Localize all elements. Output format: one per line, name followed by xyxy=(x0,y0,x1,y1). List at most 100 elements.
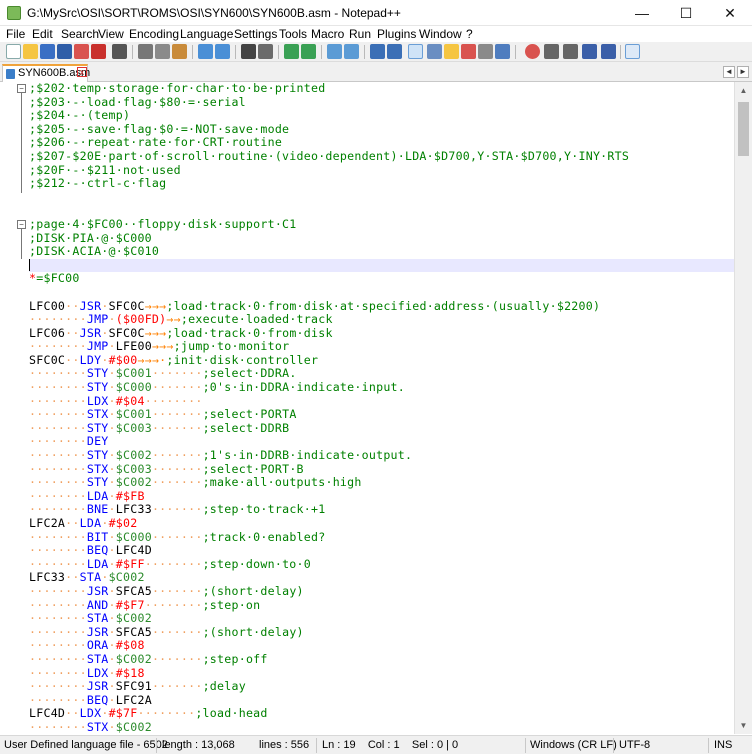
tab-close-icon[interactable]: x xyxy=(77,67,87,77)
code-line[interactable]: ;$20F·-·$211·not·used xyxy=(29,163,734,178)
menu-edit[interactable]: Edit xyxy=(32,27,53,41)
code-line[interactable]: ········DEY xyxy=(29,435,734,449)
menu-tools[interactable]: Tools xyxy=(279,27,307,41)
menu-search[interactable]: Search xyxy=(61,27,99,41)
scroll-down-icon[interactable]: ▼ xyxy=(735,717,752,734)
fold-toggle-icon[interactable]: − xyxy=(17,84,26,93)
zoom-in-icon[interactable] xyxy=(284,44,299,59)
show-all-characters-icon[interactable] xyxy=(387,44,402,59)
code-line[interactable]: ········LDX·#$04········ xyxy=(29,394,734,409)
code-line[interactable]: ········BNE·LFC33·······;step·to·track·+… xyxy=(29,503,734,517)
menu-plugins[interactable]: Plugins xyxy=(377,27,416,41)
indent-guide-icon[interactable] xyxy=(408,44,423,59)
menu-run[interactable]: Run xyxy=(349,27,371,41)
code-line[interactable]: ········STY·$C001·······;select·DDRA. xyxy=(29,367,734,381)
word-wrap-icon[interactable] xyxy=(370,44,385,59)
redo-icon[interactable] xyxy=(215,44,230,59)
code-line[interactable]: ········STY·$C002·······;1's·in·DDRB·ind… xyxy=(29,448,734,463)
code-line[interactable]: ········JSR·SFC91·······;delay xyxy=(29,679,734,694)
code-line[interactable] xyxy=(29,286,734,300)
code-line[interactable]: ········STX·$C003·······;select·PORT·B xyxy=(29,462,734,477)
code-line[interactable]: ;$206·-·repeat·rate·for·CRT·routine xyxy=(29,136,734,150)
menu-window[interactable]: Window xyxy=(419,27,462,41)
code-line[interactable] xyxy=(29,191,734,205)
code-line[interactable]: ;page·4·$FC00··floppy·disk·support·C1 xyxy=(29,217,734,232)
cut-icon[interactable] xyxy=(138,44,153,59)
code-line[interactable]: ;$205·-·save·flag·$0·=·NOT·save·mode xyxy=(29,122,734,137)
current-code-line[interactable] xyxy=(29,258,734,273)
copy-icon[interactable] xyxy=(155,44,170,59)
undo-icon[interactable] xyxy=(198,44,213,59)
code-line[interactable]: ········LDX·#$18 xyxy=(29,666,734,681)
tab-scroll-right-icon[interactable]: ► xyxy=(737,66,749,78)
menu-language[interactable]: Language xyxy=(180,27,233,41)
replace-icon[interactable] xyxy=(258,44,273,59)
new-file-icon[interactable] xyxy=(6,44,21,59)
code-line[interactable]: ········STY·$C003·······;select·DDRB xyxy=(29,421,734,436)
code-line[interactable]: ········STX·$C001·······;select·PORTA xyxy=(29,407,734,422)
code-line[interactable]: ;DISK·ACIA·@·$C010 xyxy=(29,244,734,259)
tab-syn600b[interactable]: SYN600B.asm x xyxy=(2,64,90,82)
code-line[interactable]: ········LDA·#$FB xyxy=(29,489,734,504)
close-file-icon[interactable] xyxy=(74,44,89,59)
fold-toggle-icon[interactable]: − xyxy=(17,220,26,229)
editor-area[interactable]: − − ;$202·temp·storage·for·char·to·be·pr… xyxy=(0,82,734,734)
menu-file[interactable]: File xyxy=(6,27,25,41)
sync-horizontal-icon[interactable] xyxy=(344,44,359,59)
stop-recording-icon[interactable] xyxy=(544,44,559,59)
code-line[interactable]: ········STA·$C002 xyxy=(29,611,734,626)
code-line[interactable]: ········JSR·SFCA5·······;(short·delay) xyxy=(29,625,734,640)
menu-settings[interactable]: Settings xyxy=(234,27,277,41)
open-file-icon[interactable] xyxy=(23,44,38,59)
code-line[interactable]: LFC00··JSR·SFC0C→→→;load·track·0·from·di… xyxy=(29,299,734,314)
code-line[interactable]: ········STY·$C000·······;0's·in·DDRA·ind… xyxy=(29,380,734,395)
save-icon[interactable] xyxy=(40,44,55,59)
code-line[interactable]: ········STX·$C002 xyxy=(29,720,734,734)
save-all-icon[interactable] xyxy=(57,44,72,59)
code-line[interactable]: ;$207-$20E·part·of·scroll·routine·(video… xyxy=(29,149,734,164)
user-language-icon[interactable] xyxy=(427,44,442,59)
code-line[interactable]: ········AND·#$F7········;step·on xyxy=(29,598,734,613)
sync-vertical-icon[interactable] xyxy=(327,44,342,59)
code-line[interactable]: ········LDA·#$FF········;step·down·to·0 xyxy=(29,557,734,572)
scroll-up-icon[interactable]: ▲ xyxy=(735,82,752,99)
playback-macro-icon[interactable] xyxy=(563,44,578,59)
code-line[interactable]: ········BIT·$C000·······;track·0·enabled… xyxy=(29,530,734,545)
folder-as-workspace-icon[interactable] xyxy=(478,44,493,59)
code-line[interactable]: ········JSR·SFCA5·······;(short·delay) xyxy=(29,584,734,599)
code-line[interactable]: ········STY·$C002·······;make·all·output… xyxy=(29,475,734,490)
code-line[interactable]: ········STA·$C002·······;step·off xyxy=(29,652,734,667)
find-icon[interactable] xyxy=(241,44,256,59)
tab-scroll-left-icon[interactable]: ◄ xyxy=(723,66,735,78)
close-button[interactable]: ✕ xyxy=(708,0,752,26)
code-line[interactable]: ;$203·-·load·flag·$80·=·serial xyxy=(29,95,734,110)
zoom-out-icon[interactable] xyxy=(301,44,316,59)
print-icon[interactable] xyxy=(112,44,127,59)
save-macro-icon[interactable] xyxy=(601,44,616,59)
code-line[interactable]: ········JMP·($00FD)→→;execute·loaded·tra… xyxy=(29,312,734,327)
code-line[interactable]: *=$FC00 xyxy=(29,272,734,286)
code-line[interactable]: ;$204·-·(temp) xyxy=(29,108,734,123)
minimize-button[interactable]: — xyxy=(620,0,664,26)
function-list-icon[interactable] xyxy=(461,44,476,59)
maximize-button[interactable]: ☐ xyxy=(664,0,708,26)
menu-encoding[interactable]: Encoding xyxy=(129,27,179,41)
paste-icon[interactable] xyxy=(172,44,187,59)
close-all-icon[interactable] xyxy=(91,44,106,59)
code-line[interactable]: SFC0C··LDY·#$00→→→·;init·disk·controller xyxy=(29,353,734,368)
menu-help[interactable]: ? xyxy=(466,27,473,41)
code-line[interactable]: ;$202·temp·storage·for·char·to·be·printe… xyxy=(29,82,734,96)
code-line[interactable]: ········BEQ·LFC2A xyxy=(29,693,734,708)
code-line[interactable]: LFC2A··LDA·#$02 xyxy=(29,516,734,531)
code-line[interactable]: ········ORA·#$08 xyxy=(29,639,734,653)
code-line[interactable]: LFC4D··LDX·#$7F········;load·head xyxy=(29,707,734,721)
menu-macro[interactable]: Macro xyxy=(311,27,344,41)
menu-view[interactable]: View xyxy=(98,27,124,41)
code-line[interactable]: LFC06··JSR·SFC0C→→→;load·track·0·from·di… xyxy=(29,326,734,341)
vertical-scrollbar[interactable]: ▲ ▼ xyxy=(734,82,752,734)
document-map-icon[interactable] xyxy=(444,44,459,59)
code-line[interactable]: ········BEQ·LFC4D xyxy=(29,543,734,558)
code-line[interactable] xyxy=(29,204,734,218)
code-line[interactable]: LFC33··STA·$C002 xyxy=(29,571,734,585)
run-macro-multiple-icon[interactable] xyxy=(582,44,597,59)
